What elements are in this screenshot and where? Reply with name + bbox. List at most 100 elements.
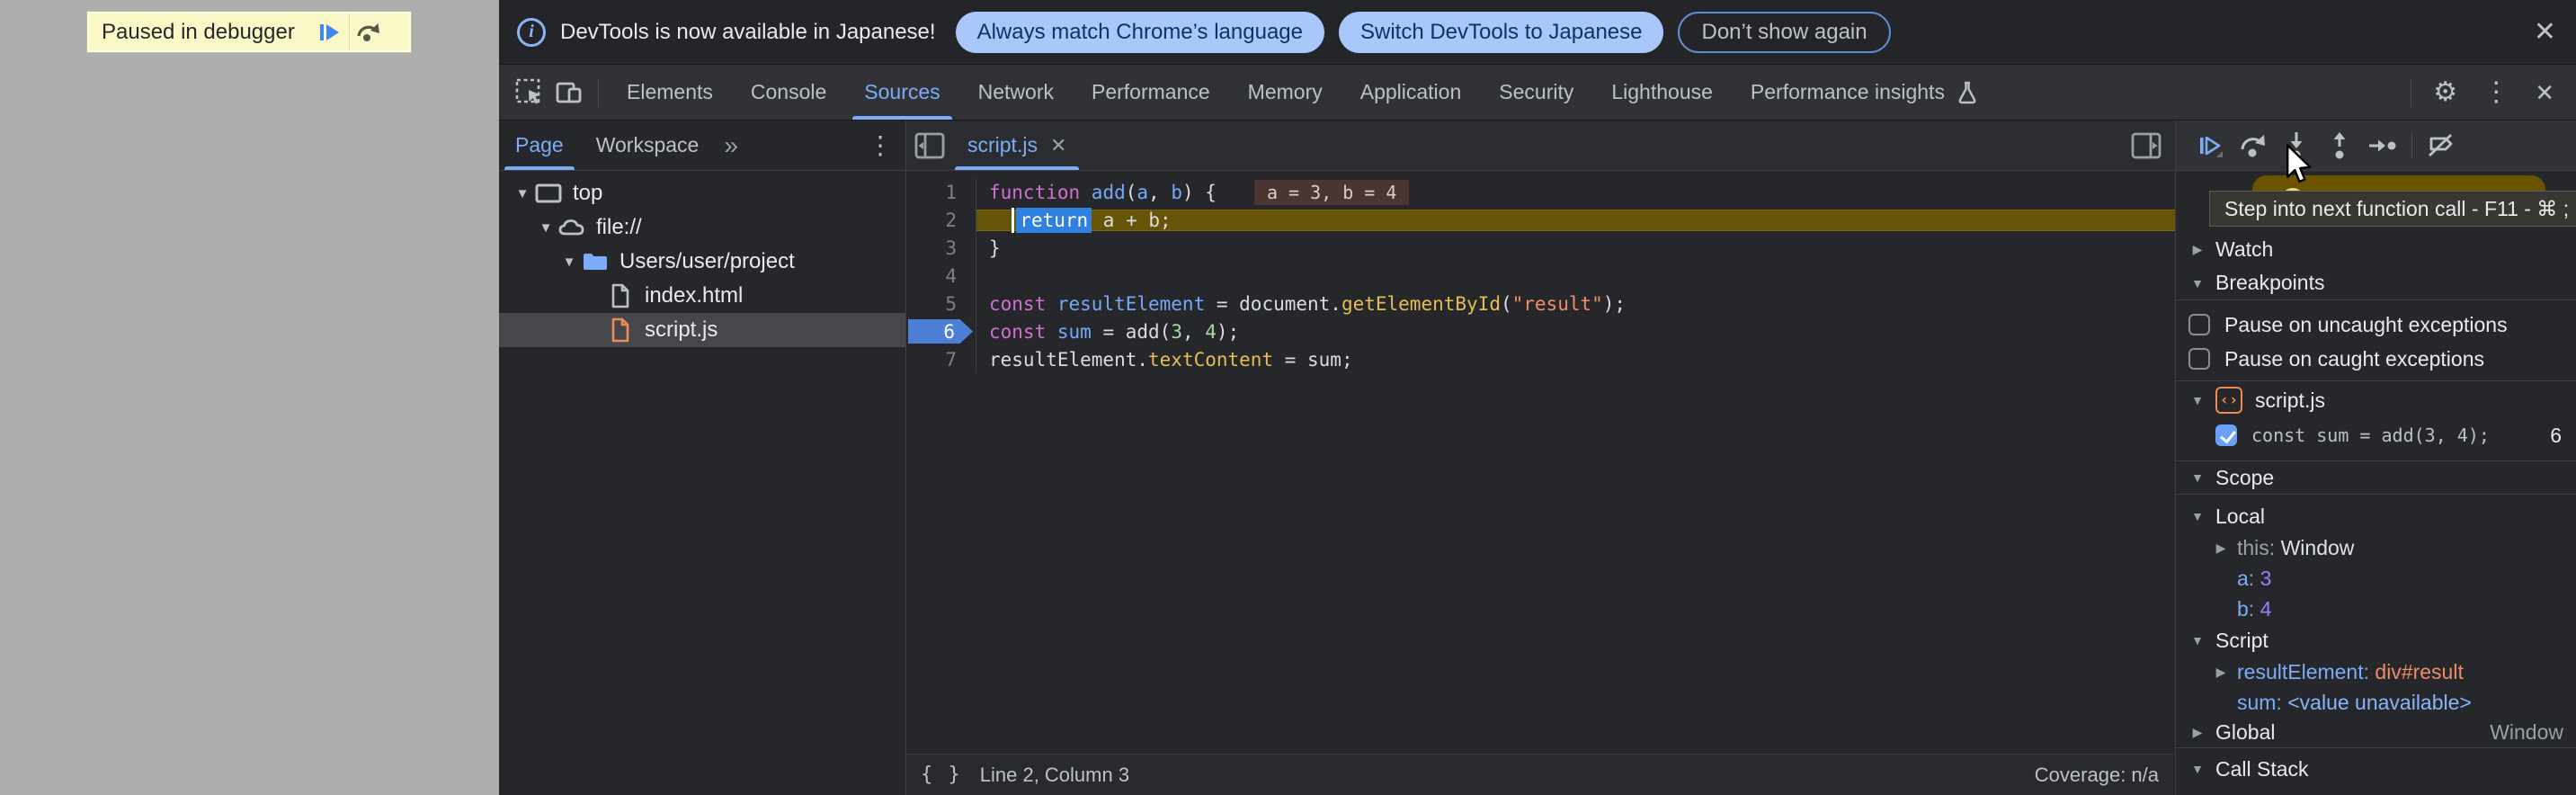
pause-uncaught-checkbox[interactable] <box>2188 314 2210 335</box>
tab-lighthouse[interactable]: Lighthouse <box>1592 65 1732 120</box>
step-out-button[interactable] <box>2318 126 2361 165</box>
tab-elements[interactable]: Elements <box>608 65 732 120</box>
dont-show-again-button[interactable]: Don’t show again <box>1678 12 1890 53</box>
tab-sources[interactable]: Sources <box>845 65 958 120</box>
expanded-expander-icon[interactable]: ▼ <box>2188 393 2206 407</box>
scope-script-group[interactable]: ▼ Script <box>2176 624 2576 657</box>
code-token: = sum; <box>1273 349 1353 371</box>
code-token: a + b; <box>1092 210 1172 231</box>
code-token: 4 <box>2260 597 2272 621</box>
gutter-line-5[interactable]: 5 <box>906 290 976 317</box>
scope-var-a[interactable]: a: 3 <box>2176 563 2576 594</box>
scope-var-b[interactable]: b: 4 <box>2176 594 2576 624</box>
settings-gear-icon[interactable]: ⚙ <box>2420 79 2470 106</box>
resume-script-button[interactable] <box>311 13 349 50</box>
expander-icon[interactable]: ▼ <box>512 186 533 201</box>
code-line-7: 7 resultElement.textContent = sum; <box>906 345 2175 373</box>
pause-caught-exceptions-row[interactable]: Pause on caught exceptions <box>2176 342 2576 376</box>
gutter-line-4[interactable]: 4 <box>906 262 976 290</box>
editor-tab-script-js[interactable]: script.js ✕ <box>953 121 1081 170</box>
gutter-line-3[interactable]: 3 <box>906 234 976 262</box>
expanded-expander-icon[interactable]: ▼ <box>2188 276 2206 290</box>
tree-item-top[interactable]: ▼ top <box>499 176 905 210</box>
code-token: this <box>2237 536 2269 559</box>
sources-panel: Page Workspace » ⋮ ▼ top ▼ <box>499 121 2576 795</box>
tab-network[interactable]: Network <box>959 65 1073 120</box>
infobar-close-icon[interactable]: ✕ <box>2534 19 2556 46</box>
tab-page[interactable]: Page <box>499 121 580 170</box>
more-tabs-icon[interactable]: » <box>715 131 747 160</box>
tab-memory[interactable]: Memory <box>1229 65 1341 120</box>
step-over-icon <box>2238 131 2268 160</box>
deactivate-breakpoints-icon <box>2426 132 2456 159</box>
scope-var-resultelement[interactable]: ▶ resultElement: div#result <box>2176 657 2576 687</box>
step-over-mini-button[interactable] <box>350 13 388 50</box>
more-options-icon[interactable]: ⋮ <box>2470 79 2522 106</box>
collapsed-expander-icon[interactable]: ▶ <box>2212 665 2230 680</box>
tree-item-index-html[interactable]: index.html <box>499 279 905 313</box>
html-file-icon <box>605 283 636 308</box>
code-line-6-breakpoint: 6 const sum = add(3, 4); <box>906 317 2175 345</box>
expanded-expander-icon[interactable]: ▼ <box>2188 470 2206 485</box>
expander-icon[interactable]: ▼ <box>558 255 580 270</box>
gutter-line-2[interactable]: 2 <box>906 206 976 234</box>
breakpoints-section-header[interactable]: ▼ Breakpoints <box>2176 266 2576 300</box>
collapsed-expander-icon[interactable]: ▶ <box>2188 242 2206 257</box>
code-token: ); <box>1217 321 1239 343</box>
tab-workspace[interactable]: Workspace <box>580 121 716 170</box>
expanded-expander-icon[interactable]: ▼ <box>2188 633 2206 648</box>
hide-debugger-button[interactable] <box>2130 121 2162 170</box>
pause-uncaught-exceptions-row[interactable]: Pause on uncaught exceptions <box>2176 308 2576 342</box>
scope-section-header[interactable]: ▼ Scope <box>2176 460 2576 495</box>
gutter-line-1[interactable]: 1 <box>906 178 976 206</box>
expander-icon[interactable]: ▼ <box>535 220 557 236</box>
scope-local-group[interactable]: ▼ Local <box>2176 500 2576 532</box>
collapsed-expander-icon[interactable]: ▶ <box>2188 725 2206 740</box>
scope-var-this[interactable]: ▶ this: Window <box>2176 532 2576 563</box>
close-devtools-icon[interactable]: ✕ <box>2522 81 2567 104</box>
gutter-line-7[interactable]: 7 <box>906 345 976 373</box>
step-icon <box>2367 135 2398 156</box>
close-tab-icon[interactable]: ✕ <box>1050 134 1066 157</box>
resume-button[interactable] <box>2188 126 2232 165</box>
scope-global-group[interactable]: ▶ Global Window <box>2176 718 2576 748</box>
breakpoint-entry[interactable]: const sum = add(3, 4); 6 <box>2176 419 2576 451</box>
inspect-element-button[interactable] <box>510 73 549 112</box>
collapsed-expander-icon[interactable]: ▶ <box>2212 540 2230 556</box>
tree-item-project-folder[interactable]: ▼ Users/user/project <box>499 245 905 279</box>
switch-to-japanese-button[interactable]: Switch DevTools to Japanese <box>1339 12 1664 53</box>
code-token: b <box>2237 597 2249 621</box>
tab-security[interactable]: Security <box>1480 65 1592 120</box>
deactivate-breakpoints-button[interactable] <box>2420 126 2463 165</box>
tab-console[interactable]: Console <box>732 65 845 120</box>
tree-item-script-js[interactable]: script.js <box>499 313 905 347</box>
code-token: : <box>2276 691 2287 714</box>
cursor-position-label: Line 2, Column 3 <box>980 764 1129 787</box>
step-over-icon <box>355 20 382 45</box>
breakpoint-file-group[interactable]: ▼ ‹› script.js <box>2176 381 2576 419</box>
tab-performance-insights[interactable]: Performance insights <box>1732 65 1998 120</box>
code-token: const <box>989 321 1057 343</box>
always-match-language-button[interactable]: Always match Chrome’s language <box>956 12 1324 53</box>
watch-section-header[interactable]: ▶ Watch <box>2176 232 2576 266</box>
inline-values-badge: a = 3, b = 4 <box>1254 180 1410 205</box>
tree-item-file-origin[interactable]: ▼ file:// <box>499 210 905 245</box>
navigator-more-options-icon[interactable]: ⋮ <box>868 130 893 160</box>
hide-navigator-button[interactable] <box>906 121 953 170</box>
tab-application[interactable]: Application <box>1341 65 1481 120</box>
pause-caught-checkbox[interactable] <box>2188 348 2210 370</box>
expanded-expander-icon[interactable]: ▼ <box>2188 509 2206 523</box>
toggle-device-toolbar-button[interactable] <box>549 73 589 112</box>
breakpoint-marker[interactable]: 6 <box>908 319 973 344</box>
code-editor[interactable]: 1 function add(a, b) {a = 3, b = 4 2 ret… <box>906 171 2175 754</box>
debugger-sidebar: Step into next function call - F11 - ⌘ ;… <box>2176 121 2576 795</box>
breakpoint-enabled-checkbox[interactable] <box>2215 424 2237 446</box>
pretty-print-icon[interactable]: { } <box>921 764 962 786</box>
tab-performance[interactable]: Performance <box>1073 65 1229 120</box>
call-stack-section-header[interactable]: ▼ Call Stack <box>2176 752 2576 786</box>
scope-var-sum[interactable]: sum: <value unavailable> <box>2176 687 2576 718</box>
gutter-line-6[interactable]: 6 <box>906 317 976 345</box>
expanded-expander-icon[interactable]: ▼ <box>2188 762 2206 776</box>
step-button[interactable] <box>2361 126 2404 165</box>
step-over-button[interactable] <box>2232 126 2275 165</box>
